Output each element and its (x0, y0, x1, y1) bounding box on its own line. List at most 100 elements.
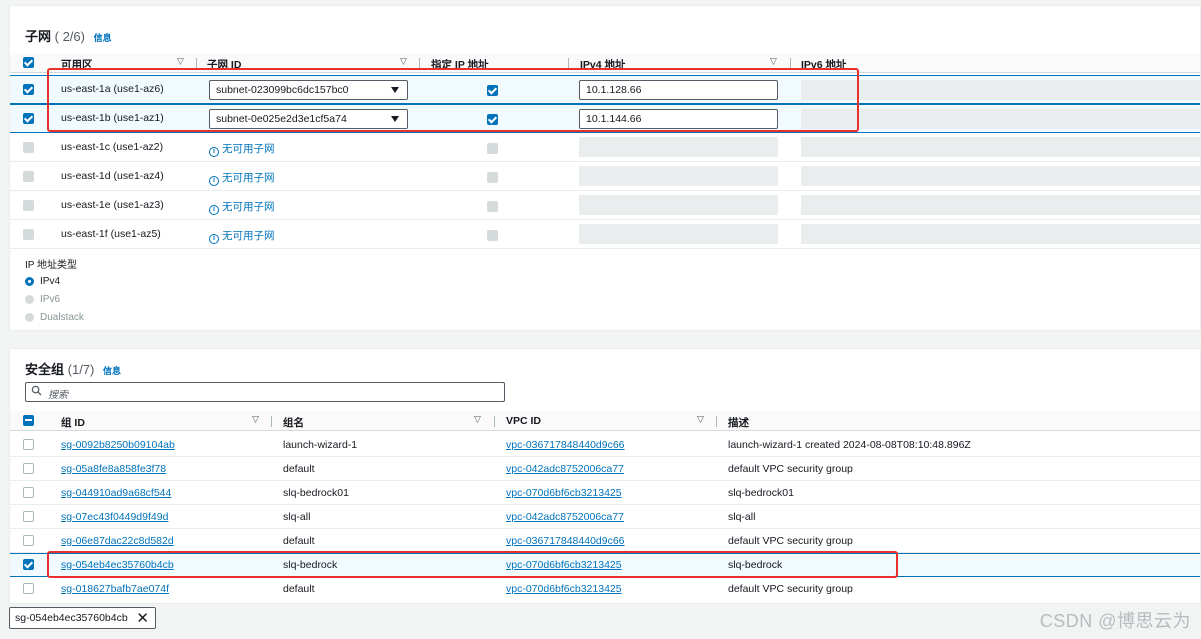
subnet-row-checkbox (23, 142, 34, 153)
subnet-az: us-east-1d (use1-az4) (61, 170, 164, 182)
subnet-az: us-east-1f (use1-az5) (61, 228, 161, 240)
ipv4-input-disabled (579, 137, 778, 157)
assign-ip-checkbox (487, 143, 498, 154)
info-icon: i (209, 176, 219, 186)
sg-description: slq-bedrock01 (728, 487, 794, 499)
sg-search-placeholder: 搜索 (48, 390, 68, 401)
sort-group-id-icon[interactable]: ▽ (252, 414, 259, 425)
table-row[interactable]: sg-05a8fe8a858fe3f78 default vpc-042adc8… (10, 457, 1200, 481)
ipv6-input-disabled (801, 166, 1201, 186)
subnet-count: ( 2/6) (54, 29, 85, 44)
sg-row-checkbox[interactable] (23, 439, 34, 450)
ipv6-input-disabled (801, 224, 1201, 244)
subnet-az: us-east-1c (use1-az2) (61, 141, 164, 153)
select-all-sg-checkbox[interactable] (23, 415, 34, 426)
sg-id-link[interactable]: sg-018627bafb7ae074f (61, 583, 169, 595)
table-row[interactable]: sg-06e87dac22c8d582d default vpc-0367178… (10, 529, 1200, 553)
assign-ip-checkbox (487, 172, 498, 183)
sg-name: default (283, 583, 315, 595)
vpc-id-link[interactable]: vpc-070d6bf6cb3213425 (506, 487, 622, 499)
subnet-panel: 子网 ( 2/6) 信息 可用区 ▽ 子网 ID ▽ 指定 IP 地址 IPv4… (9, 5, 1201, 331)
search-icon (31, 385, 42, 396)
info-icon: i (209, 205, 219, 215)
info-icon: i (209, 147, 219, 157)
subnet-row-checkbox[interactable] (23, 113, 34, 124)
sort-vpc-id-icon[interactable]: ▽ (697, 414, 704, 425)
sort-group-name-icon[interactable]: ▽ (474, 414, 481, 425)
no-subnet-notice: i 无可用子网 (209, 228, 275, 244)
sg-row-checkbox[interactable] (23, 463, 34, 474)
sg-count: (1/7) (67, 362, 95, 377)
sg-table-header: 组 ID ▽ 组名 ▽ VPC ID ▽ 描述 (10, 411, 1200, 431)
sg-id-link[interactable]: sg-044910ad9a68cf544 (61, 487, 171, 499)
sg-row-checkbox[interactable] (23, 583, 34, 594)
subnet-panel-title: 子网 ( 2/6) 信息 (25, 29, 112, 44)
ipv6-input-disabled (801, 80, 1201, 100)
ipv6-radio-label: IPv6 (40, 294, 61, 305)
sg-info-link[interactable]: 信息 (103, 366, 121, 376)
info-icon: i (209, 234, 219, 244)
select-all-subnets-checkbox[interactable] (23, 57, 34, 68)
sg-id-link[interactable]: sg-06e87dac22c8d582d (61, 535, 174, 547)
close-icon[interactable]: ✕ (136, 609, 149, 627)
col-group-id[interactable]: 组 ID (61, 415, 85, 430)
sort-subnet-icon[interactable]: ▽ (400, 56, 407, 67)
ip-type-label: IP 地址类型 (25, 260, 78, 271)
sg-description: default VPC security group (728, 583, 853, 595)
vpc-id-link[interactable]: vpc-042adc8752006ca77 (506, 511, 624, 523)
no-subnet-notice: i 无可用子网 (209, 141, 275, 157)
highlight-subnets-box (47, 68, 859, 132)
sg-panel-title: 安全组 (1/7) 信息 (25, 362, 122, 377)
dualstack-radio-label: Dualstack (40, 312, 84, 323)
subnet-row: us-east-1d (use1-az4) i 无可用子网 (10, 162, 1201, 191)
sg-name: launch-wizard-1 (283, 439, 358, 451)
watermark: CSDN @博思云为 (1039, 611, 1191, 631)
ipv4-radio-label[interactable]: IPv4 (40, 276, 60, 287)
table-row[interactable]: sg-044910ad9a68cf544 slq-bedrock01 vpc-0… (10, 481, 1200, 505)
sg-id-link[interactable]: sg-05a8fe8a858fe3f78 (61, 463, 166, 475)
subnet-row: us-east-1e (use1-az3) i 无可用子网 (10, 191, 1201, 220)
table-row[interactable]: sg-0092b8250b09104ab launch-wizard-1 vpc… (10, 433, 1200, 457)
sg-name: default (283, 535, 315, 547)
subnet-row-checkbox (23, 200, 34, 211)
no-subnet-notice: i 无可用子网 (209, 199, 275, 215)
sg-description: default VPC security group (728, 463, 853, 475)
sg-description: default VPC security group (728, 535, 853, 547)
sg-search-input[interactable]: 搜索 (25, 382, 505, 402)
ipv6-input-disabled (801, 109, 1201, 129)
sort-az-icon[interactable]: ▽ (177, 56, 184, 67)
ipv4-input-disabled (579, 166, 778, 186)
subnet-row-checkbox (23, 171, 34, 182)
sort-ipv4-icon[interactable]: ▽ (770, 56, 777, 67)
ipv6-input-disabled (801, 195, 1201, 215)
vpc-id-link[interactable]: vpc-042adc8752006ca77 (506, 463, 624, 475)
col-description[interactable]: 描述 (728, 415, 749, 430)
ipv6-input-disabled (801, 137, 1201, 157)
sg-name: default (283, 463, 315, 475)
vpc-id-link[interactable]: vpc-036717848440d9c66 (506, 439, 625, 451)
subnet-row-checkbox (23, 229, 34, 240)
subnet-info-link[interactable]: 信息 (94, 33, 112, 43)
subnet-row: us-east-1c (use1-az2) i 无可用子网 (10, 133, 1201, 162)
ipv4-input-disabled (579, 224, 778, 244)
vpc-id-link[interactable]: vpc-070d6bf6cb3213425 (506, 583, 622, 595)
table-row[interactable]: sg-018627bafb7ae074f default vpc-070d6bf… (10, 577, 1200, 601)
dualstack-radio (25, 313, 34, 322)
sg-name: slq-all (283, 511, 311, 523)
col-group-name[interactable]: 组名 (283, 415, 304, 430)
sg-row-checkbox[interactable] (23, 511, 34, 522)
sg-description: slq-all (728, 511, 756, 523)
table-row[interactable]: sg-07ec43f0449d9f49d slq-all vpc-042adc8… (10, 505, 1200, 529)
vpc-id-link[interactable]: vpc-036717848440d9c66 (506, 535, 625, 547)
sg-id-link[interactable]: sg-0092b8250b09104ab (61, 439, 175, 451)
sg-row-checkbox[interactable] (23, 559, 34, 570)
ipv6-radio (25, 295, 34, 304)
ipv4-radio[interactable] (25, 277, 34, 286)
sg-row-checkbox[interactable] (23, 487, 34, 498)
sg-id-link[interactable]: sg-07ec43f0449d9f49d (61, 511, 168, 523)
ipv4-input-disabled (579, 195, 778, 215)
sg-row-checkbox[interactable] (23, 535, 34, 546)
subnet-row-checkbox[interactable] (23, 84, 34, 95)
subnet-row: us-east-1f (use1-az5) i 无可用子网 (10, 220, 1201, 249)
col-vpc-id[interactable]: VPC ID (506, 415, 541, 427)
